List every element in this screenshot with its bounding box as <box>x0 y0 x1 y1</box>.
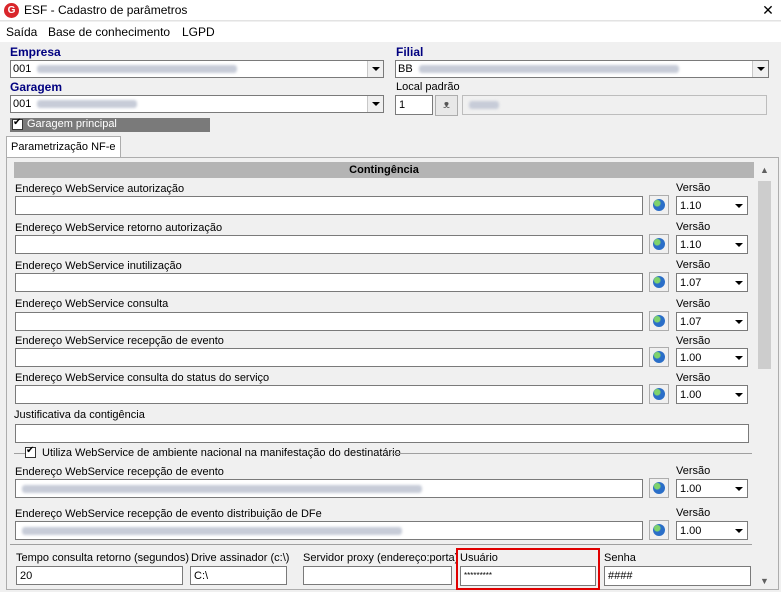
tab-parametrizacao-nfe[interactable]: Parametrização NF-e <box>6 136 121 158</box>
endpoint-input-consulta[interactable] <box>15 312 643 331</box>
scrollbar-thumb[interactable] <box>758 181 771 369</box>
version-select[interactable]: 1.07 <box>676 312 748 331</box>
globe-icon[interactable] <box>649 520 669 540</box>
chevron-down-icon[interactable] <box>730 274 747 291</box>
globe-icon[interactable] <box>649 347 669 367</box>
version-label: Versão <box>676 298 711 310</box>
senha-input[interactable]: #### <box>604 566 751 586</box>
version-select[interactable]: 1.10 <box>676 235 748 254</box>
binoculars-icon[interactable]: ᴥ <box>435 95 458 116</box>
tempo-input[interactable]: 20 <box>16 566 183 585</box>
garagem-principal-checkbox[interactable] <box>12 117 23 130</box>
garagem-principal-label: Garagem principal <box>27 118 117 130</box>
version-label: Versão <box>676 182 711 194</box>
globe-icon[interactable] <box>649 195 669 215</box>
group-border <box>392 453 752 454</box>
justificativa-input[interactable] <box>15 424 749 443</box>
senha-label: Senha <box>604 552 636 564</box>
ambiente-nacional-label: Utiliza WebService de ambiente nacional … <box>42 447 401 459</box>
empresa-label: Empresa <box>10 45 61 59</box>
usuario-input[interactable]: ********* <box>460 566 596 586</box>
chevron-down-icon[interactable] <box>730 349 747 366</box>
filial-label: Filial <box>396 45 424 59</box>
version-label: Versão <box>676 221 711 233</box>
endpoint-input-inutilizacao[interactable] <box>15 273 643 292</box>
national-endpoint-recepcao-evento[interactable] <box>15 479 643 498</box>
local-padrao-label: Local padrão <box>396 81 460 93</box>
chevron-down-icon[interactable] <box>730 522 747 539</box>
section-title-contingencia: Contingência <box>14 162 754 178</box>
menu-item-lgpd[interactable]: LGPD <box>182 25 215 39</box>
globe-icon[interactable] <box>649 384 669 404</box>
version-select[interactable]: 1.07 <box>676 273 748 292</box>
globe-icon[interactable] <box>649 272 669 292</box>
chevron-down-icon[interactable] <box>730 386 747 403</box>
endpoint-input-status-servico[interactable] <box>15 385 643 404</box>
app-logo-icon: G <box>4 3 19 18</box>
version-label: Versão <box>676 372 711 384</box>
globe-icon[interactable] <box>649 311 669 331</box>
version-label: Versão <box>676 335 711 347</box>
endpoint-label: Endereço WebService recepção de evento d… <box>15 508 322 520</box>
version-select[interactable]: 1.00 <box>676 521 748 540</box>
empresa-select[interactable]: 001 <box>10 60 384 78</box>
scroll-up-icon[interactable]: ▲ <box>756 162 773 179</box>
proxy-input[interactable] <box>303 566 452 585</box>
garagem-select[interactable]: 001 <box>10 95 384 113</box>
endpoint-input-autorizacao[interactable] <box>15 196 643 215</box>
endpoint-input-recepcao-evento[interactable] <box>15 348 643 367</box>
group-bottom-border <box>10 544 752 545</box>
tempo-label: Tempo consulta retorno (segundos) <box>16 552 190 564</box>
globe-icon[interactable] <box>649 478 669 498</box>
version-select[interactable]: 1.00 <box>676 385 748 404</box>
empresa-value: 001 <box>13 63 32 75</box>
ambiente-nacional-checkbox[interactable] <box>25 445 36 458</box>
local-padrao-input[interactable]: 1 <box>395 95 433 115</box>
version-select[interactable]: 1.10 <box>676 196 748 215</box>
chevron-down-icon[interactable] <box>752 61 768 77</box>
drive-input[interactable]: C:\ <box>190 566 287 585</box>
endpoint-label: Endereço WebService consulta do status d… <box>15 372 270 384</box>
endpoint-label: Endereço WebService consulta <box>15 298 169 310</box>
menu-item-saida[interactable]: Saída <box>6 25 37 39</box>
garagem-value: 001 <box>13 98 32 110</box>
filial-value: BB <box>398 63 413 75</box>
endpoint-label: Endereço WebService retorno autorização <box>15 222 223 234</box>
garagem-label: Garagem <box>10 80 63 94</box>
endpoint-label: Endereço WebService recepção de evento <box>15 335 224 347</box>
usuario-label: Usuário <box>460 552 498 564</box>
version-label: Versão <box>676 465 711 477</box>
version-label: Versão <box>676 507 711 519</box>
close-icon[interactable]: ✕ <box>756 1 780 20</box>
filial-select[interactable]: BB <box>395 60 769 78</box>
window-title: ESF - Cadastro de parâmetros <box>24 3 188 17</box>
chevron-down-icon[interactable] <box>367 96 383 112</box>
endpoint-input-retorno-autorizacao[interactable] <box>15 235 643 254</box>
scroll-down-icon[interactable]: ▼ <box>756 573 773 590</box>
chevron-down-icon[interactable] <box>730 313 747 330</box>
version-label: Versão <box>676 259 711 271</box>
drive-label: Drive assinador (c:\) <box>191 552 290 564</box>
chevron-down-icon[interactable] <box>730 480 747 497</box>
justificativa-label: Justificativa da contigência <box>14 409 145 421</box>
version-select[interactable]: 1.00 <box>676 479 748 498</box>
chevron-down-icon[interactable] <box>730 236 747 253</box>
endpoint-label: Endereço WebService autorização <box>15 183 185 195</box>
menu-item-base-conhecimento[interactable]: Base de conhecimento <box>48 25 170 39</box>
chevron-down-icon[interactable] <box>367 61 383 77</box>
proxy-label: Servidor proxy (endereço:porta) <box>303 552 459 564</box>
version-select[interactable]: 1.00 <box>676 348 748 367</box>
globe-icon[interactable] <box>649 234 669 254</box>
endpoint-label: Endereço WebService inutilização <box>15 260 182 272</box>
national-endpoint-distribuicao-dfe[interactable] <box>15 521 643 540</box>
endpoint-label: Endereço WebService recepção de evento <box>15 466 224 478</box>
menu-bar: Saída Base de conhecimento LGPD <box>0 22 781 42</box>
chevron-down-icon[interactable] <box>730 197 747 214</box>
local-padrao-description <box>462 95 767 115</box>
